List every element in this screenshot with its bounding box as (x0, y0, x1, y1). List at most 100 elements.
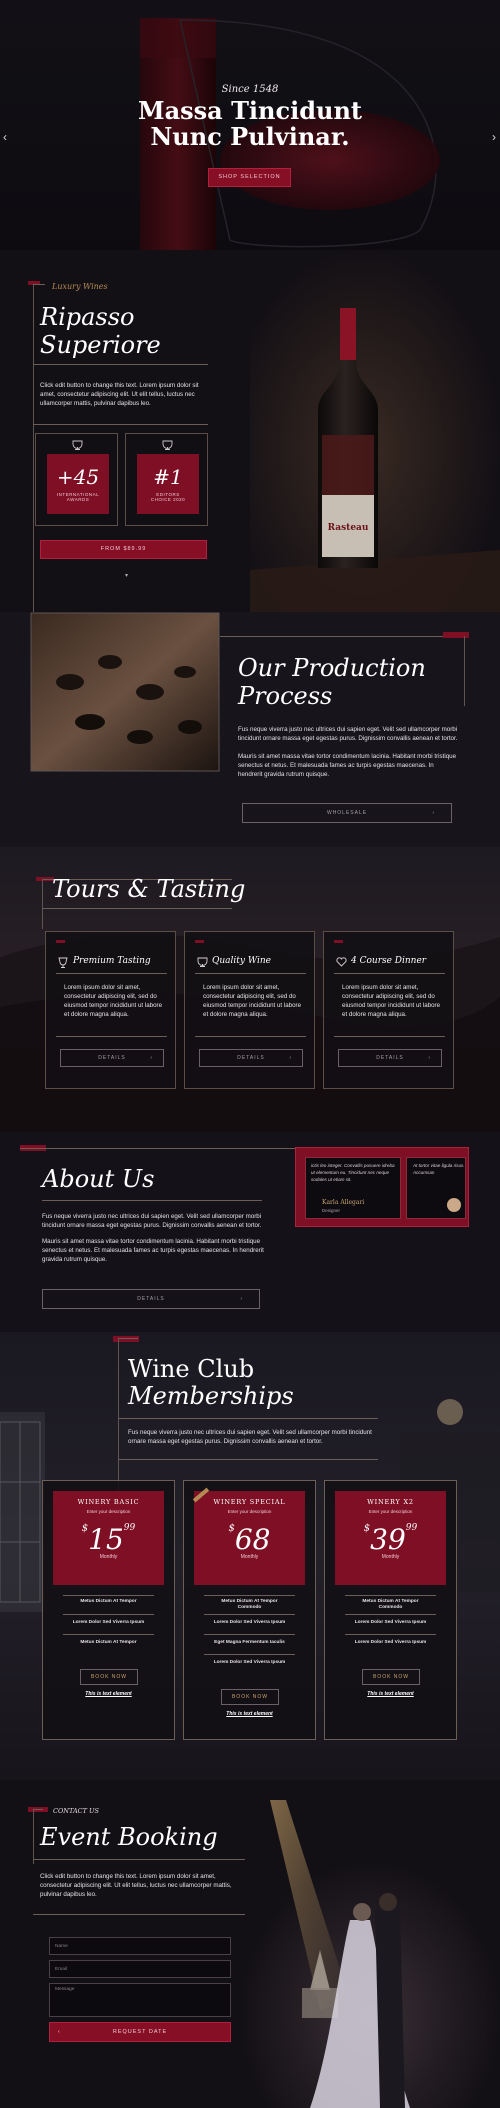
card-divider (195, 1036, 306, 1037)
production-title: Our Production Process (238, 654, 426, 710)
wine-cellar-image (30, 612, 220, 772)
testimonial-card-2: At tortor vitae ligula risus. Accumsan (406, 1157, 466, 1219)
about-paragraph-1: Fus neque viverra justo nec ultrices dui… (42, 1213, 262, 1229)
ripasso-title-line2: Superiore (40, 331, 161, 359)
ripasso-text: Click edit button to change this text. L… (40, 382, 199, 407)
plan-3-feature-2: Lorem Dolor Sed Viverra Ipsum (354, 1620, 427, 1625)
arrow-right-icon: › (432, 810, 435, 816)
plan-link-1[interactable]: This is text element (53, 1691, 164, 1697)
hero-title-line1: Massa Tincidunt (138, 96, 362, 125)
plan-link-2[interactable]: This is text element (194, 1711, 305, 1717)
card-divider (56, 1036, 167, 1037)
feature-divider (204, 1595, 295, 1596)
plan-price-3: $3999 (335, 1523, 446, 1556)
tour-text-1: Lorem ipsum dolor sit amet, consectetur … (64, 984, 163, 1018)
tour-card-2: Quality Wine Lorem ipsum dolor sit amet,… (184, 931, 315, 1089)
card-red-accent (56, 940, 65, 943)
wholesale-button[interactable]: WHOLESALE › (242, 803, 452, 823)
arrow-right-icon: › (150, 1055, 153, 1061)
booking-title: Event Booking (40, 1823, 218, 1851)
email-field[interactable]: Email (49, 1960, 231, 1978)
tour-details-button-1[interactable]: DETAILS › (60, 1049, 164, 1067)
book-now-button-3[interactable]: BOOK NOW (362, 1669, 420, 1685)
plan-link-3[interactable]: This is text element (335, 1691, 446, 1697)
production-frame-right (464, 636, 465, 706)
tour-title-3: 4 Course Dinner (351, 956, 427, 966)
ripasso-title: Ripasso Superiore (40, 303, 161, 359)
wine-glass-icon (58, 957, 68, 968)
book-now-button-1[interactable]: BOOK NOW (80, 1669, 138, 1685)
hero-since: Since 1548 (221, 84, 279, 95)
booking-left-line (33, 1809, 34, 1864)
name-field[interactable]: Name (49, 1937, 231, 1955)
tour-details-button-3[interactable]: DETAILS › (338, 1049, 442, 1067)
feature-divider (63, 1614, 154, 1615)
club-text: Fus neque viverra justo nec ultrices dui… (128, 1429, 372, 1445)
plan-period-1: Monthly (99, 1554, 118, 1560)
shop-selection-button[interactable]: SHOP SELECTION (208, 168, 291, 187)
wholesale-label: WHOLESALE (326, 810, 368, 816)
price-cents: 99 (405, 1523, 418, 1533)
message-field[interactable]: Message (49, 1983, 231, 2017)
production-red-accent (443, 632, 469, 638)
card-title-divider (334, 973, 445, 974)
award-value-2: #1 (153, 465, 183, 489)
tour-card-3: 4 Course Dinner Lorem ipsum dolor sit am… (323, 931, 454, 1089)
about-details-label: DETAILS (137, 1296, 165, 1302)
plan-header-2: WINERY SPECIAL Enter your description $6… (192, 1487, 305, 1585)
tours-left-line (42, 879, 43, 929)
plan-header-1: WINERY BASIC Enter your description $159… (53, 1491, 164, 1585)
testimonial-slider[interactable]: ictis leo integer. Convallis posuere idr… (295, 1147, 469, 1227)
booking-text-underline (33, 1914, 245, 1915)
tour-title-1: Premium Tasting (73, 956, 151, 966)
plan-2-feature-2: Lorem Dolor Sed Viverra Ipsum (213, 1620, 286, 1625)
booking-section: CONTACT US Event Booking Click edit butt… (0, 1780, 500, 2108)
club-title-underline (118, 1418, 378, 1419)
trophy-icon (72, 440, 83, 450)
plan-2-feature-3: Eget Magna Fermentum Iaculis (214, 1640, 285, 1645)
ripasso-divider-2 (33, 424, 208, 425)
plan-desc-2: Enter your description (227, 1509, 272, 1514)
tours-title-underline (42, 908, 232, 909)
about-top-line (20, 1148, 298, 1149)
tour-text-3: Lorem ipsum dolor sit amet, consectetur … (342, 984, 441, 1018)
tour-details-button-2[interactable]: DETAILS › (199, 1049, 303, 1067)
plan-2-feature-4: Lorem Dolor Sed Viverra Ipsum (213, 1660, 286, 1665)
about-section: About Us Fus neque viverra justo nec ult… (0, 1132, 500, 1332)
plan-3-feature-3: Lorem Dolor Sed Viverra Ipsum (354, 1640, 427, 1645)
tour-text-2: Lorem ipsum dolor sit amet, consectetur … (203, 984, 302, 1018)
tour-details-label-3: DETAILS (376, 1055, 404, 1061)
plan-3-feature-1: Metus Dictum At Tempor Commodo (362, 1599, 419, 1610)
about-details-button[interactable]: DETAILS › (42, 1289, 260, 1309)
card-red-accent (195, 940, 204, 943)
club-title: Wine Club Memberships (128, 1356, 294, 1410)
plan-card-1: WINERY BASIC Enter your description $159… (42, 1480, 175, 1740)
hero-title-line2: Nunc Pulvinar. (150, 122, 350, 151)
club-red-accent (113, 1336, 139, 1342)
plan-price-1: $1599 (53, 1523, 164, 1556)
club-text-underline (118, 1459, 378, 1460)
award-box-1: +45 INTERNATIONAL AWARDS (47, 454, 109, 514)
club-section: Wine Club Memberships Fus neque viverra … (0, 1332, 500, 1780)
arrow-left-icon: ‹ (58, 2029, 61, 2035)
plan-name-1: WINERY BASIC (77, 1498, 140, 1506)
club-top-line (118, 1338, 138, 1339)
production-paragraph-2: Mauris sit amet massa vitae tortor condi… (238, 753, 457, 778)
plan-card-2: WINERY SPECIAL Enter your description $6… (183, 1480, 316, 1740)
plan-1-feature-2: Lorem Dolor Sed Viverra Ipsum (72, 1620, 145, 1625)
plan-1-feature-1: Metus Dictum At Tempor (80, 1599, 137, 1604)
arrow-right-icon: › (428, 1055, 431, 1061)
feature-divider (345, 1614, 436, 1615)
request-date-button[interactable]: ‹ REQUEST DATE (49, 2022, 231, 2042)
card-title-divider (56, 973, 167, 974)
avatar (447, 1198, 461, 1212)
award-value-1: +45 (56, 465, 100, 489)
hero-section: ‹ › Since 1548 Massa Tincidunt Nunc Pulv… (0, 0, 500, 250)
hero-title: Massa Tincidunt Nunc Pulvinar. (0, 98, 500, 150)
award-label-2b: CHOICE 2020 (150, 497, 186, 502)
scroll-down-icon[interactable]: ▾ (125, 572, 128, 579)
book-now-button-2[interactable]: BOOK NOW (221, 1689, 279, 1705)
award-label-1b: AWARDS (66, 497, 90, 502)
price-button[interactable]: FROM $89.99 (40, 540, 207, 559)
award-card-1: +45 INTERNATIONAL AWARDS (35, 433, 118, 526)
